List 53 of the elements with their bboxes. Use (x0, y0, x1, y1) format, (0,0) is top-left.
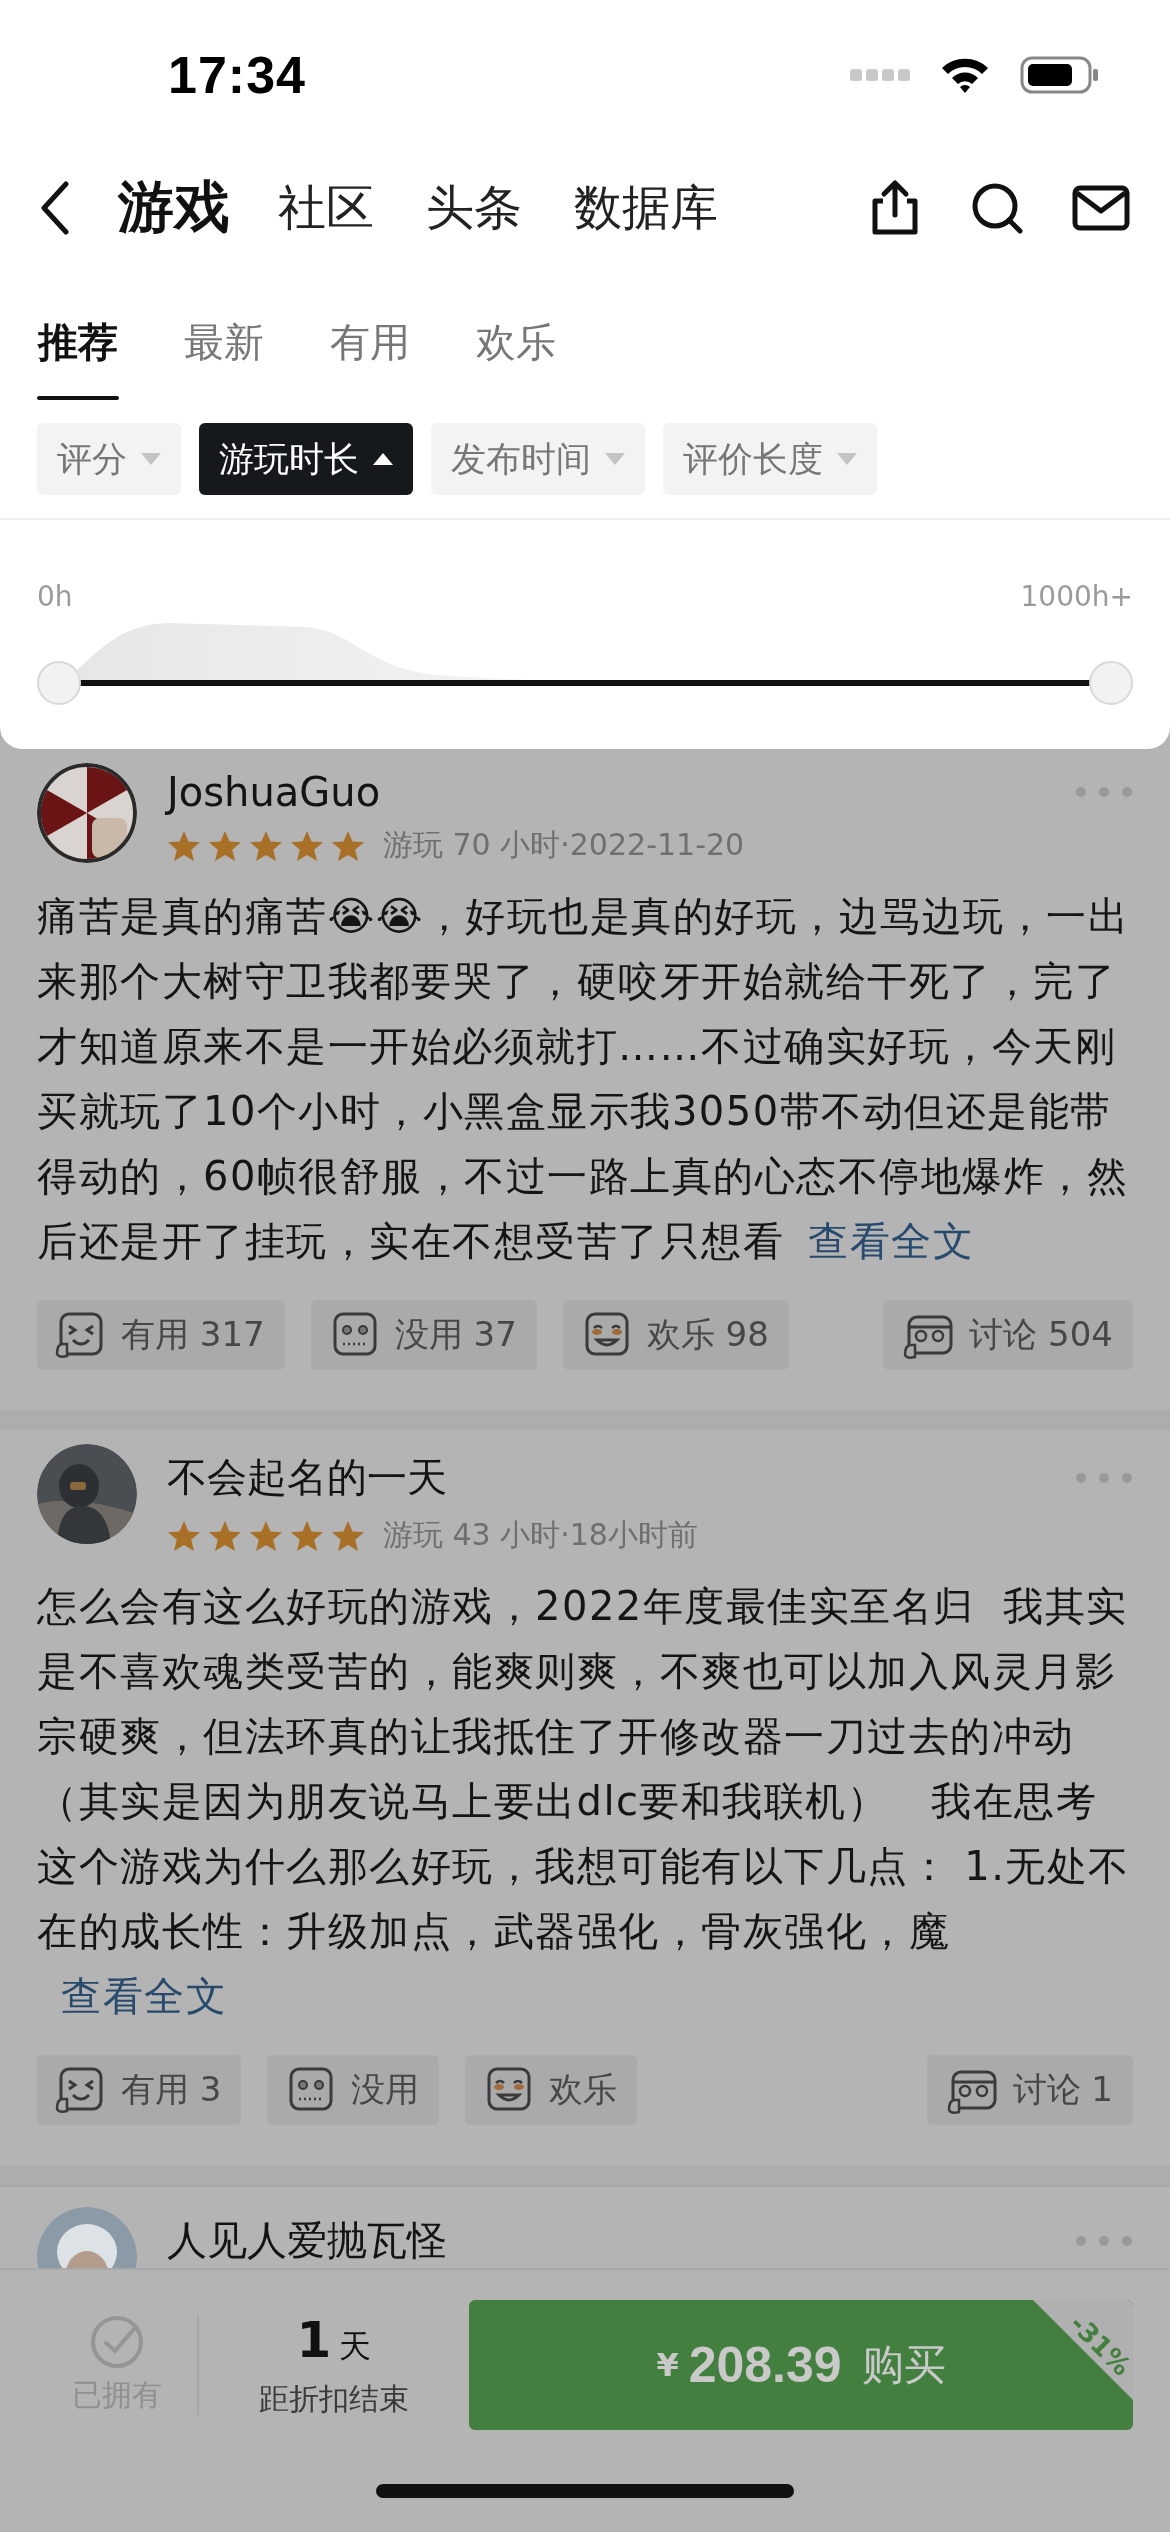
more-icon (1075, 786, 1133, 798)
discussion-button[interactable]: 讨论 504 (883, 1300, 1133, 1370)
filter-chip[interactable]: 评价长度 (663, 423, 877, 495)
range-max-label: 1000h+ (1020, 580, 1133, 613)
countdown-value: 1 (296, 2310, 332, 2369)
filter-chip[interactable]: 发布时间 (431, 423, 645, 495)
review-meta: 游玩 43 小时·18小时前 (383, 1516, 698, 1554)
countdown-unit: 天 (339, 2325, 372, 2367)
slider-track[interactable] (37, 661, 1133, 705)
back-button[interactable] (40, 180, 70, 235)
reaction-button[interactable]: 欢乐 (465, 2055, 638, 2125)
reaction-button[interactable]: 有用 317 (37, 1300, 285, 1370)
countdown-label: 距折扣结束 (259, 2379, 409, 2418)
reaction-button[interactable]: 欢乐 98 (562, 1300, 789, 1370)
reaction-button[interactable]: 没用 37 (310, 1300, 537, 1370)
signal-icon (850, 68, 910, 82)
reviewer-name[interactable]: JoshuaGuo (167, 769, 381, 815)
tab[interactable]: 欢乐 (475, 265, 557, 400)
slider-thumb[interactable] (37, 661, 81, 705)
more-icon (1075, 1471, 1133, 1484)
back-icon (40, 180, 70, 235)
tab[interactable]: 有用 (329, 265, 411, 400)
tab[interactable]: 最新 (183, 265, 265, 400)
nav-link[interactable]: 数据库 (574, 175, 718, 240)
reviewer-name[interactable]: 人见人爱抛瓦怪 (167, 2213, 447, 2268)
reaction-button[interactable]: 有用 3 (37, 2055, 242, 2125)
battery-icon (1020, 55, 1100, 95)
filter-chip[interactable]: 游玩时长 (199, 423, 413, 495)
read-more-link[interactable]: 查看全文 (808, 1218, 974, 1264)
nav-link[interactable]: 头条 (426, 175, 522, 240)
review-text: 怎么会有这么好玩的游戏，2022年度最佳实至名归 我其实是不喜欢魂类受苦的，能爽则爽，不爽也可以加入风灵月影宗硬爽，但法环真的让我抵住了开修改器一刀过去的冲动（其实是因为朋友说马上要出dlc要和我联机） 我在思考这个游戏为什么那么好玩，我想可能有以下几点： 1.无处不在的成长性：升级加点，武器强化，骨灰强化，魔 查看全文 (37, 1582, 1131, 2021)
review-text: 痛苦是真的痛苦😭😭，好玩也是真的好玩，边骂边玩，一出来那个大树守卫我都要哭了，硬咬牙开始就给干死了，完了才知道原来不是一开始必须就打……不过确实好玩，今天刚买就玩了10个小时，小黑盒显示我3050带不动但还是能带得动的，60帧很舒服，不过一路上真的心态不停地爆炸，然后还是开了挂玩，实在不想受苦了只想看 查看全文 (37, 892, 1131, 1266)
reaction-button[interactable]: 没用 (267, 2055, 440, 2125)
mail-button[interactable] (1072, 184, 1130, 231)
caret-down-icon (837, 453, 857, 465)
discussion-button[interactable]: 讨论 1 (926, 2055, 1133, 2125)
review-meta: 游玩 70 小时·2022-11-20 (383, 826, 745, 864)
caret-down-icon (141, 453, 161, 465)
slider-thumb[interactable] (1089, 661, 1133, 705)
caret-up-icon (373, 453, 393, 465)
tab[interactable]: 推荐 (37, 265, 119, 400)
more-icon (1075, 2234, 1133, 2247)
reviewer-name[interactable]: 不会起名的一天 (167, 1450, 447, 1505)
read-more-link[interactable]: 查看全文 (61, 1973, 227, 2019)
filter-chip[interactable]: 评分 (37, 423, 181, 495)
check-circle-icon (90, 2314, 144, 2369)
status-time: 17:34 (168, 45, 307, 105)
nav-title[interactable]: 游戏 (118, 169, 230, 246)
nav-link[interactable]: 社区 (278, 175, 374, 240)
caret-down-icon (605, 453, 625, 465)
range-min-label: 0h (37, 580, 73, 613)
mail-icon (1072, 184, 1130, 231)
wifi-icon (940, 56, 990, 94)
